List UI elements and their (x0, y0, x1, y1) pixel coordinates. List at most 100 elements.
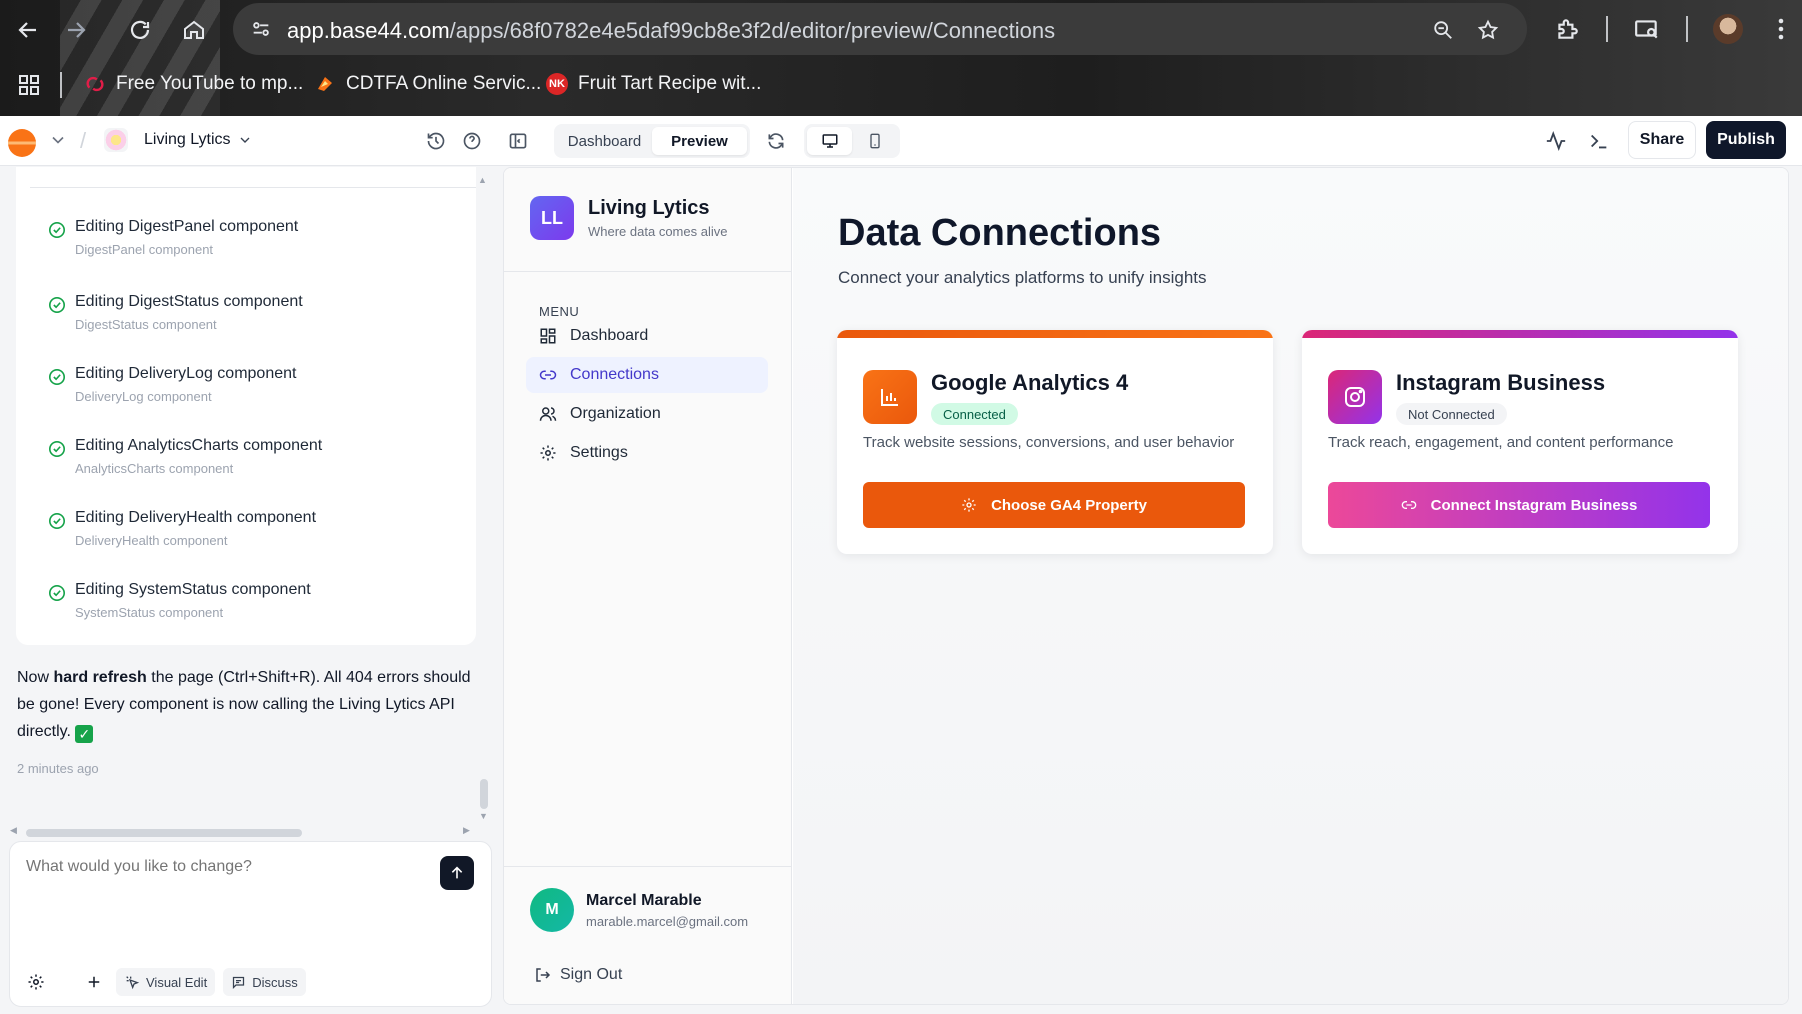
bookmark-star-icon[interactable] (1473, 15, 1503, 45)
home-button[interactable] (174, 10, 214, 50)
task-subtitle: DeliveryHealth component (75, 533, 228, 548)
status-badge: Not Connected (1396, 403, 1507, 425)
user-name: Marcel Marable (586, 891, 702, 909)
bookmarks-divider (60, 72, 62, 98)
bookmark-label: Fruit Tart Recipe wit... (578, 73, 762, 94)
extensions-icon[interactable] (1550, 12, 1584, 46)
project-selector[interactable]: Living Lytics (144, 131, 253, 149)
task-title: Editing DigestStatus component (75, 293, 303, 310)
task-title: Editing SystemStatus component (75, 581, 311, 598)
visual-edit-label: Visual Edit (146, 974, 208, 990)
project-name: Living Lytics (144, 131, 231, 148)
base44-logo[interactable] (8, 129, 36, 157)
browser-menu-icon[interactable] (1764, 12, 1798, 46)
connection-card-instagram: Instagram Business Not Connected Track r… (1302, 330, 1738, 554)
share-button[interactable]: Share (1628, 121, 1696, 159)
check-circle-icon (48, 512, 66, 530)
nav-item-organization[interactable]: Organization (526, 396, 768, 432)
task-subtitle: DigestStatus component (75, 317, 217, 332)
mobile-view-button[interactable] (852, 127, 897, 155)
card-accent-bar (1302, 330, 1738, 338)
chevron-down-icon[interactable] (48, 130, 68, 150)
arrow-left-icon (18, 22, 36, 38)
breadcrumb-separator: / (80, 128, 87, 153)
choose-ga4-property-button[interactable]: Choose GA4 Property (863, 482, 1245, 528)
user-email: marable.marcel@gmail.com (586, 913, 749, 929)
task-subtitle: DigestPanel component (75, 242, 214, 257)
reload-button[interactable] (120, 10, 160, 50)
composer-tools: Visual Edit Discuss (22, 968, 306, 996)
cast-search-icon[interactable] (1630, 12, 1664, 46)
browser-chrome: app.base44.com/apps/68f0782e4e5daf99cb8e… (0, 0, 1802, 116)
task-subtitle: DeliveryLog component (75, 389, 212, 404)
bookmark-fruit-tart[interactable]: NK Fruit Tart Recipe wit... (546, 70, 761, 98)
sign-out-button[interactable]: Sign Out (534, 966, 622, 984)
editor-toolbar: / Living Lytics Dashboard Preview Share … (0, 116, 1802, 166)
scroll-down-arrow[interactable]: ▼ (479, 811, 488, 821)
refresh-preview-icon[interactable] (763, 128, 789, 154)
sparkle-cursor-icon (126, 976, 140, 990)
divider (30, 187, 476, 188)
publish-button[interactable]: Publish (1706, 121, 1786, 159)
chat-input[interactable] (26, 858, 426, 876)
terminal-icon[interactable] (1586, 128, 1612, 154)
scrollbar-thumb[interactable] (26, 829, 302, 837)
check-mark-icon: ✓ (75, 725, 94, 743)
check-circle-icon (48, 584, 66, 602)
brand-tagline: Where data comes alive (588, 224, 728, 239)
nav-item-connections[interactable]: Connections (526, 357, 768, 393)
chevron-down-icon (240, 137, 250, 143)
zoom-icon[interactable] (1428, 15, 1458, 45)
horizontal-scrollbar[interactable]: ◀ ▶ (10, 825, 472, 839)
youtube-converter-icon (84, 73, 106, 95)
activity-icon[interactable] (1543, 128, 1569, 154)
tab-dashboard[interactable]: Dashboard (557, 127, 652, 155)
bookmark-youtube-converter[interactable]: Free YouTube to mp... (84, 70, 303, 98)
task-title: Editing DeliveryHealth component (75, 509, 317, 526)
nav-item-settings[interactable]: Settings (526, 435, 768, 471)
help-icon[interactable] (459, 128, 485, 154)
scroll-right-arrow[interactable]: ▶ (463, 825, 470, 836)
url-text: app.base44.com/apps/68f0782e4e5daf99cb8e… (287, 18, 1055, 44)
assistant-message: Now hard refresh the page (Ctrl+Shift+R)… (17, 664, 472, 745)
tab-preview[interactable]: Preview (652, 127, 747, 155)
divider (504, 866, 792, 867)
check-circle-icon (48, 368, 66, 386)
settings-button[interactable] (22, 968, 50, 996)
page-title: Data Connections (838, 212, 1162, 254)
bookmarks-bar: Free YouTube to mp... CDTFA Online Servi… (0, 62, 1802, 106)
project-icon (104, 128, 128, 152)
task-subtitle: SystemStatus component (75, 605, 224, 620)
toolbar-divider (1606, 16, 1608, 42)
visual-edit-button[interactable]: Visual Edit (116, 968, 216, 996)
card-accent-bar (837, 330, 1273, 338)
back-button[interactable] (8, 10, 48, 50)
forward-button[interactable] (56, 10, 96, 50)
message-emphasis: hard refresh (53, 669, 147, 686)
discuss-button[interactable]: Discuss (223, 968, 306, 996)
scroll-left-arrow[interactable]: ◀ (10, 825, 17, 836)
bookmark-cdtfa[interactable]: CDTFA Online Servic... (314, 70, 541, 98)
site-info-icon[interactable] (247, 15, 275, 43)
message-text: Now (17, 669, 54, 686)
scroll-up-arrow[interactable]: ▲ (478, 175, 487, 185)
status-badge: Connected (931, 403, 1018, 425)
add-button[interactable] (80, 968, 108, 996)
nav-item-dashboard[interactable]: Dashboard (526, 318, 768, 354)
sign-out-label: Sign Out (560, 966, 623, 983)
vertical-scrollbar[interactable] (480, 779, 488, 809)
profile-avatar[interactable] (1713, 14, 1743, 44)
gear-icon (962, 498, 976, 512)
toggle-sidebar-icon[interactable] (505, 128, 531, 154)
connect-instagram-button[interactable]: Connect Instagram Business (1328, 482, 1710, 528)
send-button[interactable] (440, 856, 474, 890)
apps-grid-icon[interactable] (12, 68, 46, 102)
user-profile[interactable]: M Marcel Marable marable.marcel@gmail.co… (530, 888, 748, 932)
check-circle-icon (48, 296, 66, 314)
address-bar[interactable]: app.base44.com/apps/68f0782e4e5daf99cb8e… (233, 3, 1527, 55)
history-icon[interactable] (423, 128, 449, 154)
desktop-view-button[interactable] (807, 127, 852, 155)
brand[interactable]: LL Living Lytics Where data comes alive (530, 196, 727, 240)
check-circle-icon (48, 221, 66, 239)
divider (504, 271, 792, 272)
